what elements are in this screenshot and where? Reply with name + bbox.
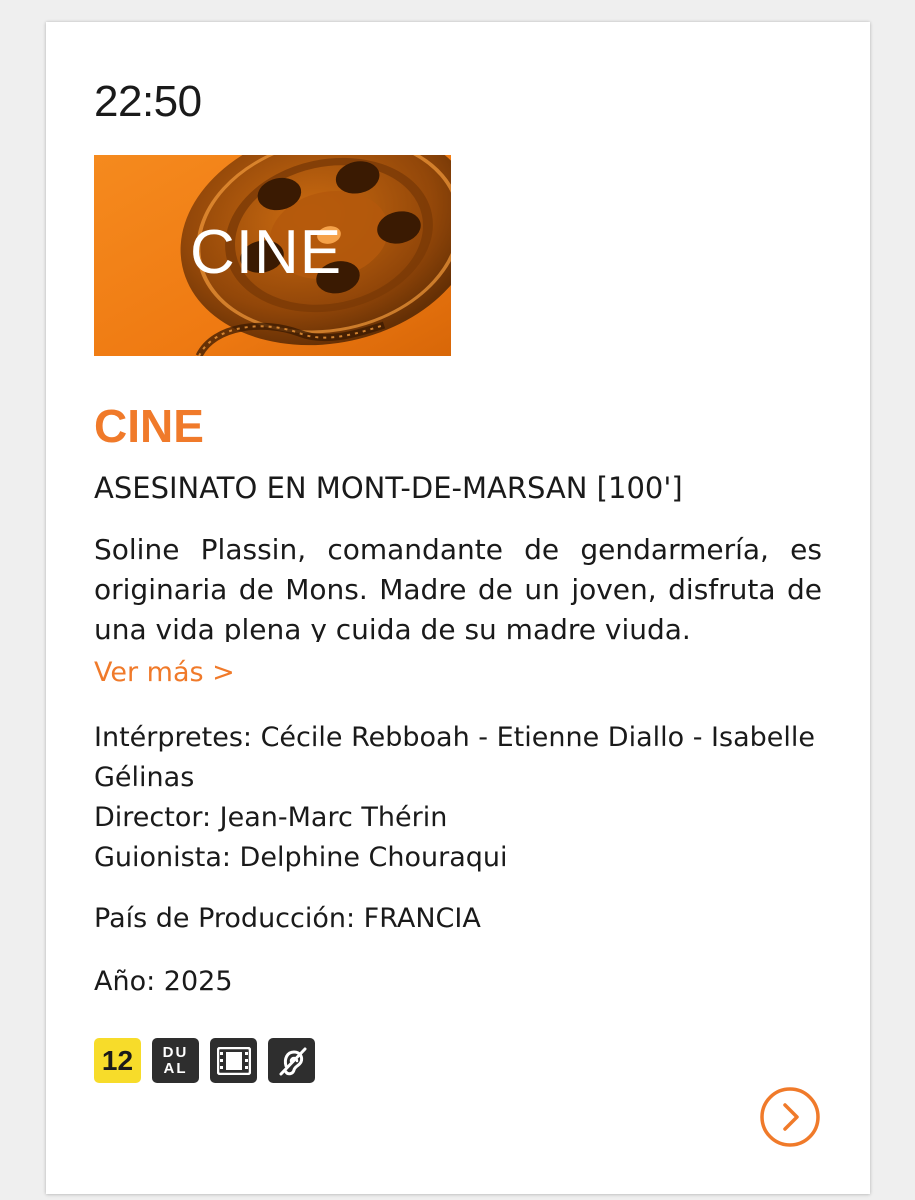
banner-text: CINE — [190, 218, 342, 287]
chevron-right-circle-icon — [760, 1087, 820, 1147]
director-line: Director: Jean-Marc Thérin — [94, 802, 448, 833]
next-button[interactable] — [759, 1086, 821, 1148]
writer-line: Guionista: Delphine Chouraqui — [94, 842, 508, 873]
credits-block: Intérpretes: Cécile Rebboah - Etienne Di… — [94, 718, 834, 878]
program-title: ASESINATO EN MONT-DE-MARSAN [100'] — [94, 471, 683, 505]
category-banner-image: CINE — [94, 155, 451, 356]
dual-badge-top: DU — [162, 1043, 189, 1061]
rating-badges: 12 DU AL — [94, 1038, 315, 1083]
production-country: País de Producción: FRANCIA — [94, 903, 481, 934]
film-icon — [210, 1038, 257, 1083]
program-time: 22:50 — [94, 77, 202, 126]
production-year: Año: 2025 — [94, 966, 233, 997]
program-card: 22:50 CINE CINE ASESINATO EN MONT-DE-MAR… — [46, 22, 870, 1194]
age-rating-badge: 12 — [94, 1038, 141, 1083]
see-more-link[interactable]: Ver más > — [94, 654, 235, 692]
dual-audio-badge: DU AL — [152, 1038, 199, 1083]
dual-badge-bottom: AL — [163, 1059, 188, 1077]
cast-line: Intérpretes: Cécile Rebboah - Etienne Di… — [94, 722, 815, 793]
hearing-impaired-icon — [268, 1038, 315, 1083]
program-category: CINE — [94, 400, 204, 452]
program-synopsis: Soline Plassin, comandante de gendarmerí… — [94, 533, 822, 642]
